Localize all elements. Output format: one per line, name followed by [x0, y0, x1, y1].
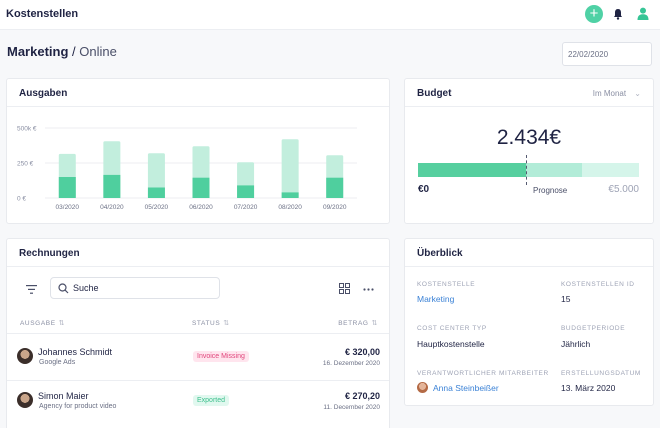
ueberblick-card: Überblick KOSTENSTELLE Marketing KOSTENS… — [404, 238, 654, 406]
user-icon[interactable] — [637, 7, 649, 20]
search-input[interactable] — [73, 281, 213, 295]
y-tick-label: 500k € — [17, 126, 37, 133]
ueberblick-title: Überblick — [417, 248, 463, 259]
bar-base — [58, 177, 76, 198]
row-name: Johannes Schmidt — [38, 347, 113, 357]
x-tick-label: 04/2020 — [100, 204, 124, 211]
row-subtitle: Google Ads — [39, 359, 76, 366]
divider — [405, 106, 653, 107]
y-tick-label: 250 € — [17, 161, 34, 168]
budget-amount: 2.434€ — [496, 126, 562, 149]
period-select[interactable]: Im Monat ⌄ — [593, 89, 641, 98]
budget-bar-spent — [418, 163, 526, 177]
bar-base — [281, 192, 299, 198]
more-options-icon[interactable] — [363, 288, 374, 291]
ausgaben-card: Ausgaben 500k €250 €0 €03/2020 04/2020 05/… — [6, 78, 390, 224]
mitarbeiter-link[interactable]: Anna Steinbeißer — [433, 383, 499, 393]
cost-center-typ-value: Hauptkostenstelle — [417, 339, 485, 349]
x-tick-label: 06/2020 — [189, 204, 213, 211]
budget-prognose-label: Prognose — [533, 186, 568, 195]
mitarbeiter-label: VERANTWORTLICHER MITARBEITER — [417, 370, 549, 377]
budget-bar-track — [418, 163, 639, 177]
budgetperiode-label: BUDGETPERIODE — [561, 325, 626, 332]
x-tick-label: 03/2020 — [56, 204, 80, 211]
status-badge: Exported — [193, 395, 230, 406]
erstellungsdatum-value: 13. März 2020 — [561, 383, 616, 393]
app-title: Kostenstellen — [6, 8, 79, 20]
column-header-ausgabe-label: AUSGABE — [20, 320, 56, 327]
cost-center-typ-label: COST CENTER TYP — [417, 325, 487, 332]
budget-end-label: €5.000 — [608, 184, 639, 195]
search-icon — [58, 283, 69, 294]
budget-marker — [525, 155, 527, 185]
bar-base — [192, 177, 210, 198]
kostenstellen-id-label: KOSTENSTELLEN ID — [561, 281, 635, 288]
chevron-down-icon: ⌄ — [634, 89, 641, 98]
erstellungsdatum-label: ERSTELLUNGSDATUM — [561, 370, 641, 377]
table-row[interactable]: Johannes Schmidt Google Ads Invoice Miss… — [7, 334, 391, 380]
search-box[interactable] — [50, 277, 220, 299]
add-button[interactable]: + — [585, 5, 603, 23]
column-header-betrag-label: BETRAG — [338, 320, 369, 327]
table-row[interactable]: Simon Maier Agency for product video Exp… — [7, 380, 391, 426]
period-label: Im Monat — [592, 89, 627, 98]
page-title-main: Marketing — [7, 44, 69, 59]
x-tick-label: 08/2020 — [278, 204, 302, 211]
row-amount: € 270,20 — [344, 391, 380, 401]
kostenstelle-link[interactable]: Marketing — [417, 294, 454, 304]
row-date: 11. December 2020 — [323, 404, 380, 411]
avatar — [17, 348, 33, 364]
sort-icon: ⇅ — [371, 320, 378, 327]
rechnungen-title: Rechnungen — [19, 248, 80, 259]
column-header-status[interactable]: STATUS ⇅ — [192, 319, 230, 327]
budget-start-label: €0 — [418, 184, 430, 195]
filter-icon[interactable] — [26, 285, 37, 294]
sort-icon: ⇅ — [223, 320, 230, 327]
x-tick-label: 07/2020 — [234, 204, 258, 211]
page-title-separator: / — [68, 44, 80, 59]
row-name: Simon Maier — [38, 391, 89, 401]
grid-view-icon[interactable] — [339, 283, 350, 294]
divider — [7, 266, 389, 267]
x-tick-label: 05/2020 — [145, 204, 169, 211]
budget-title: Budget — [417, 88, 452, 99]
avatar — [417, 382, 428, 393]
page-title-sub: Online — [79, 44, 117, 59]
bar-base — [147, 187, 165, 198]
x-tick-label: 09/2020 — [323, 204, 347, 211]
column-header-betrag[interactable]: BETRAG ⇅ — [338, 319, 378, 327]
budgetperiode-value: Jährlich — [561, 339, 591, 349]
bar-base — [103, 174, 121, 198]
column-header-ausgabe[interactable]: AUSGABE ⇅ — [20, 319, 65, 327]
top-bar: Kostenstellen + — [0, 0, 660, 30]
y-tick-label: 0 € — [17, 196, 26, 203]
status-badge: Invoice Missing — [193, 351, 249, 362]
rechnungen-card: Rechnungen AUSGABE⇅ STATUS⇅ BETRAG⇅ Joha… — [6, 238, 390, 428]
bar-total — [281, 139, 299, 198]
kostenstellen-id-value: 15 — [561, 294, 571, 304]
date-picker[interactable]: 22/02/2020 — [562, 42, 652, 66]
row-subtitle: Agency for product video — [39, 403, 117, 410]
avatar — [17, 392, 33, 408]
budget-card: Budget Im Monat ⌄ 2.434€ €0 Prognose €5.… — [404, 78, 654, 224]
page-title: Marketing / Online — [7, 44, 117, 59]
row-amount: € 320,00 — [344, 347, 380, 357]
bell-icon[interactable] — [613, 8, 623, 20]
kostenstelle-label: KOSTENSTELLE — [417, 281, 476, 288]
divider — [405, 266, 653, 267]
row-date: 16. Dezember 2020 — [322, 360, 380, 367]
column-header-status-label: STATUS — [192, 320, 221, 327]
bar-base — [326, 177, 344, 198]
ausgaben-chart: 500k € 250 € 0 € 03/2020 04/2020 05/2020 06/20… — [17, 126, 357, 211]
bar-base — [237, 185, 255, 198]
sort-icon: ⇅ — [58, 320, 66, 327]
